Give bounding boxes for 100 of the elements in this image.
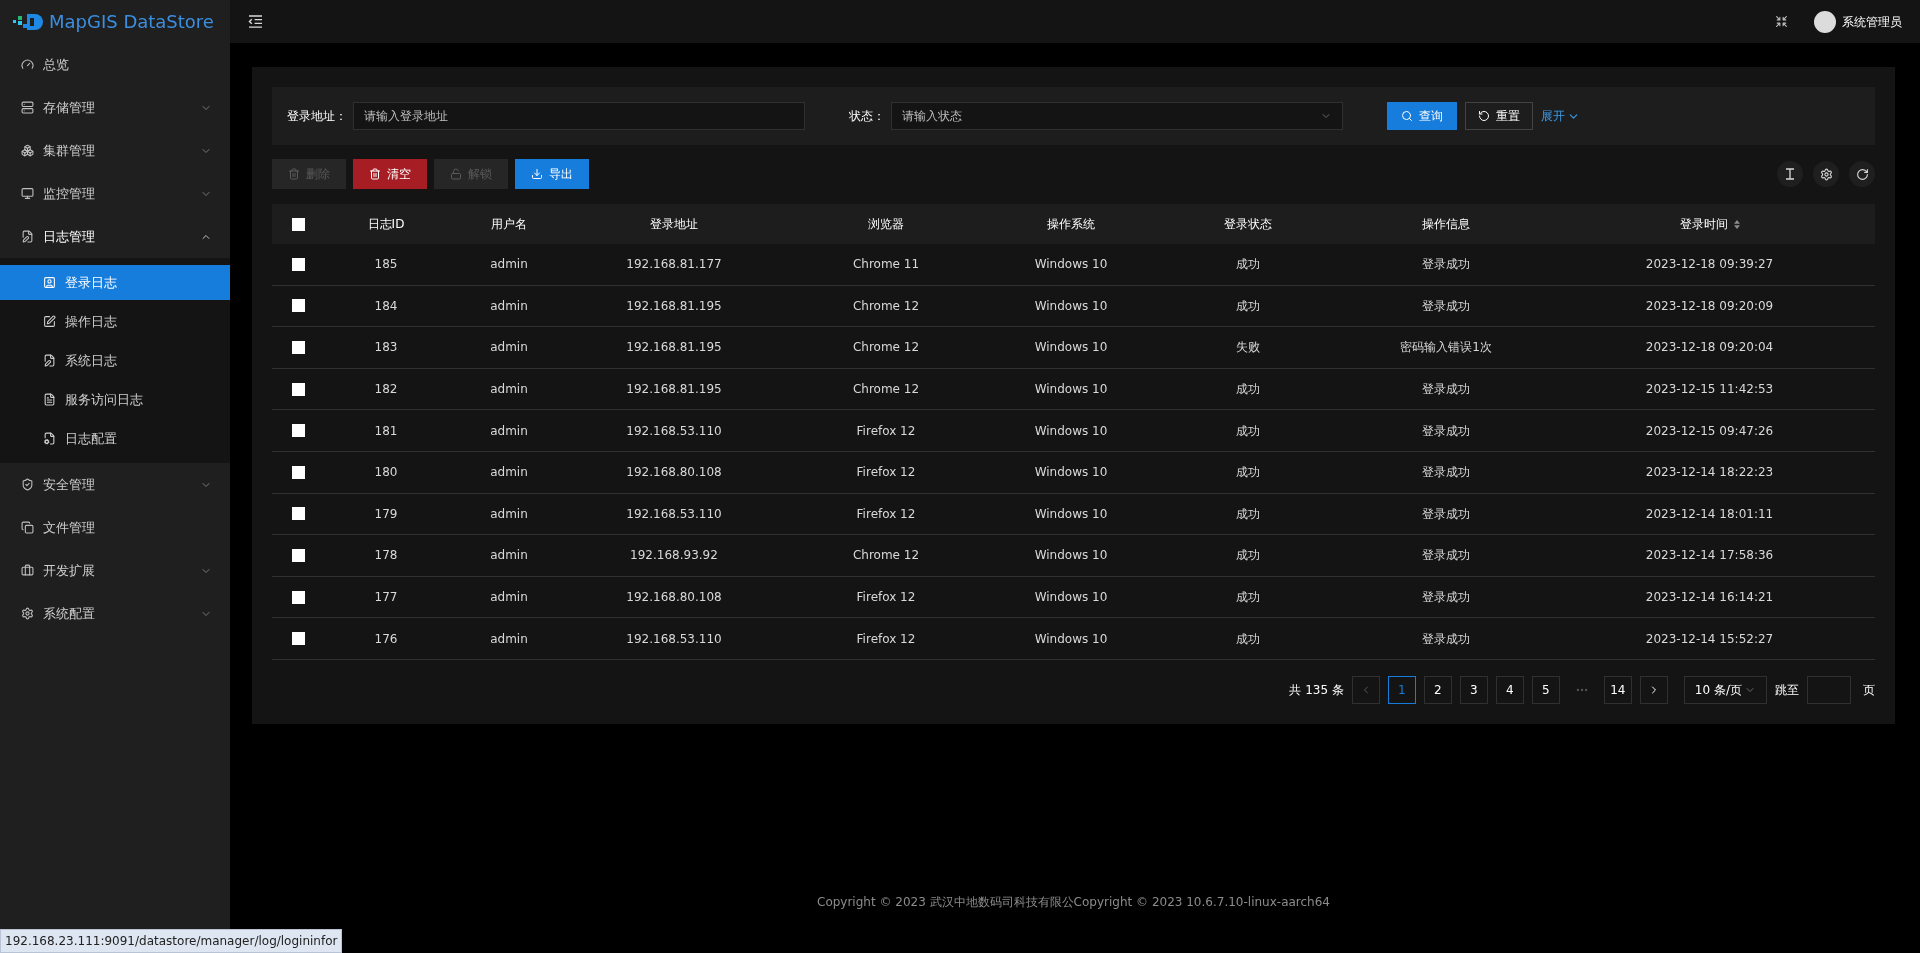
page-size-select[interactable]: 10 条/页 [1683,675,1767,704]
table-cell-text: 192.168.93.92 [630,547,718,565]
sidebar-item[interactable]: 开发扩展 [0,549,230,592]
sort-icon[interactable] [1733,219,1740,229]
page-button[interactable]: 14 [1603,675,1632,704]
table-cell-text: admin [490,547,528,565]
table-cell-text: admin [490,464,528,482]
table-cell-text: 登录成功 [1422,381,1470,399]
status-select[interactable]: 请输入状态 [891,102,1343,130]
sidebar-item[interactable]: 日志管理 [0,215,230,258]
table-cell-text: 登录成功 [1422,297,1470,315]
submenu-item[interactable]: 服务访问日志 [0,382,230,417]
collapse-menu-icon[interactable] [248,15,263,28]
sidebar-item[interactable]: 总览 [0,43,230,86]
table-cell-text: admin [490,505,528,523]
briefcase-icon [21,564,34,577]
text-cursor-icon [1784,168,1796,180]
table-cell-text: Firefox 12 [856,589,916,607]
checkbox[interactable] [291,257,305,271]
checkbox[interactable] [291,548,305,562]
jump-label: 跳至 [1775,681,1799,699]
checkbox[interactable] [291,507,305,521]
table-cell-text: 成功 [1236,630,1260,648]
address-input[interactable]: 请输入登录地址 [353,102,805,130]
table-cell-text: 密码输入错误1次 [1400,339,1492,357]
table-cell-text: 登录成功 [1422,505,1470,523]
table-cell-text: 2023-12-14 15:52:27 [1645,630,1774,648]
table-cell-text: 2023-12-14 18:01:11 [1645,505,1774,523]
settings-icon [1819,167,1833,181]
download-icon [531,168,543,180]
checkbox[interactable] [291,424,305,438]
checkbox[interactable] [291,465,305,479]
table-cell-text: 192.168.81.195 [626,381,722,399]
sidebar-item[interactable]: 存储管理 [0,86,230,129]
reset-button[interactable]: 重置 [1465,102,1533,130]
page-button[interactable]: 1 [1387,675,1416,704]
table-cell-text: Chrome 11 [852,256,920,274]
submenu-item[interactable]: 登录日志 [0,265,230,300]
table-cell-text: Windows 10 [1034,505,1108,523]
expand-link[interactable]: 展开 [1541,107,1580,125]
clear-button[interactable]: 清空 [353,159,427,189]
filter-label: 状态： [849,108,885,125]
column-header: 日志ID [367,216,405,233]
table-cell-text: 192.168.53.110 [626,630,722,648]
pen-square-icon [43,315,56,328]
sidebar-item[interactable]: 系统配置 [0,592,230,635]
avatar[interactable] [1814,10,1836,33]
sidebar-item[interactable]: 监控管理 [0,172,230,215]
table-cell-text: 成功 [1236,589,1260,607]
checkbox[interactable] [291,341,305,354]
unlock-icon [450,168,462,180]
column-header: 操作信息 [1422,216,1470,233]
table-cell-text: Chrome 12 [852,547,920,565]
table-cell-text: 登录成功 [1422,422,1470,440]
search-button[interactable]: 查询 [1387,102,1457,130]
table-cell-text: 192.168.81.195 [626,339,722,357]
sidebar-item[interactable]: 文件管理 [0,506,230,549]
table-cell-text: 2023-12-18 09:20:04 [1645,339,1774,357]
page-button[interactable]: 4 [1495,675,1524,704]
table-cell-text: admin [490,381,528,399]
table-cell-text: Firefox 12 [856,422,916,440]
page-button[interactable]: 5 [1531,675,1560,704]
submenu-item[interactable]: 日志配置 [0,421,230,456]
gauge-icon [21,58,34,71]
table-cell-text: 成功 [1236,422,1260,440]
refresh-button[interactable] [1849,161,1875,187]
reset-icon [1478,110,1490,122]
settings-icon [21,607,34,620]
checkbox[interactable] [291,382,305,396]
table-cell-text: Windows 10 [1034,297,1108,315]
table-cell-text: 178 [374,547,398,565]
table-cell-text: 176 [374,630,398,648]
table-cell-text: 成功 [1236,547,1260,565]
table-cell-text: 177 [374,589,398,607]
sidebar-item[interactable]: 集群管理 [0,129,230,172]
settings-button[interactable] [1813,161,1839,187]
checkbox[interactable] [291,299,305,313]
column-height-button[interactable] [1777,161,1803,187]
table-cell-text: 183 [374,339,398,357]
submenu-item[interactable]: 操作日志 [0,304,230,339]
table-cell-text: 2023-12-14 17:58:36 [1645,547,1774,565]
page-button[interactable]: 3 [1459,675,1488,704]
jump-input[interactable] [1807,675,1851,704]
checkbox[interactable] [291,217,305,231]
table-cell-text: 2023-12-18 09:20:09 [1645,297,1774,315]
file-pen-icon [21,230,34,243]
sidebar-item[interactable]: 安全管理 [0,463,230,506]
table-cell-text: admin [490,589,528,607]
export-button[interactable]: 导出 [515,159,589,189]
user-name[interactable]: 系统管理员 [1842,12,1902,31]
page-button[interactable]: 2 [1423,675,1452,704]
table-cell-text: 192.168.53.110 [626,422,722,440]
checkbox[interactable] [291,632,305,646]
fullscreen-exit-icon[interactable] [1775,15,1788,28]
submenu-item[interactable]: 系统日志 [0,343,230,378]
column-header: 浏览器 [868,216,904,233]
column-header: 登录状态 [1224,216,1272,233]
table-cell-text: 失败 [1236,339,1260,357]
column-header: 用户名 [491,216,527,233]
checkbox[interactable] [291,590,305,604]
